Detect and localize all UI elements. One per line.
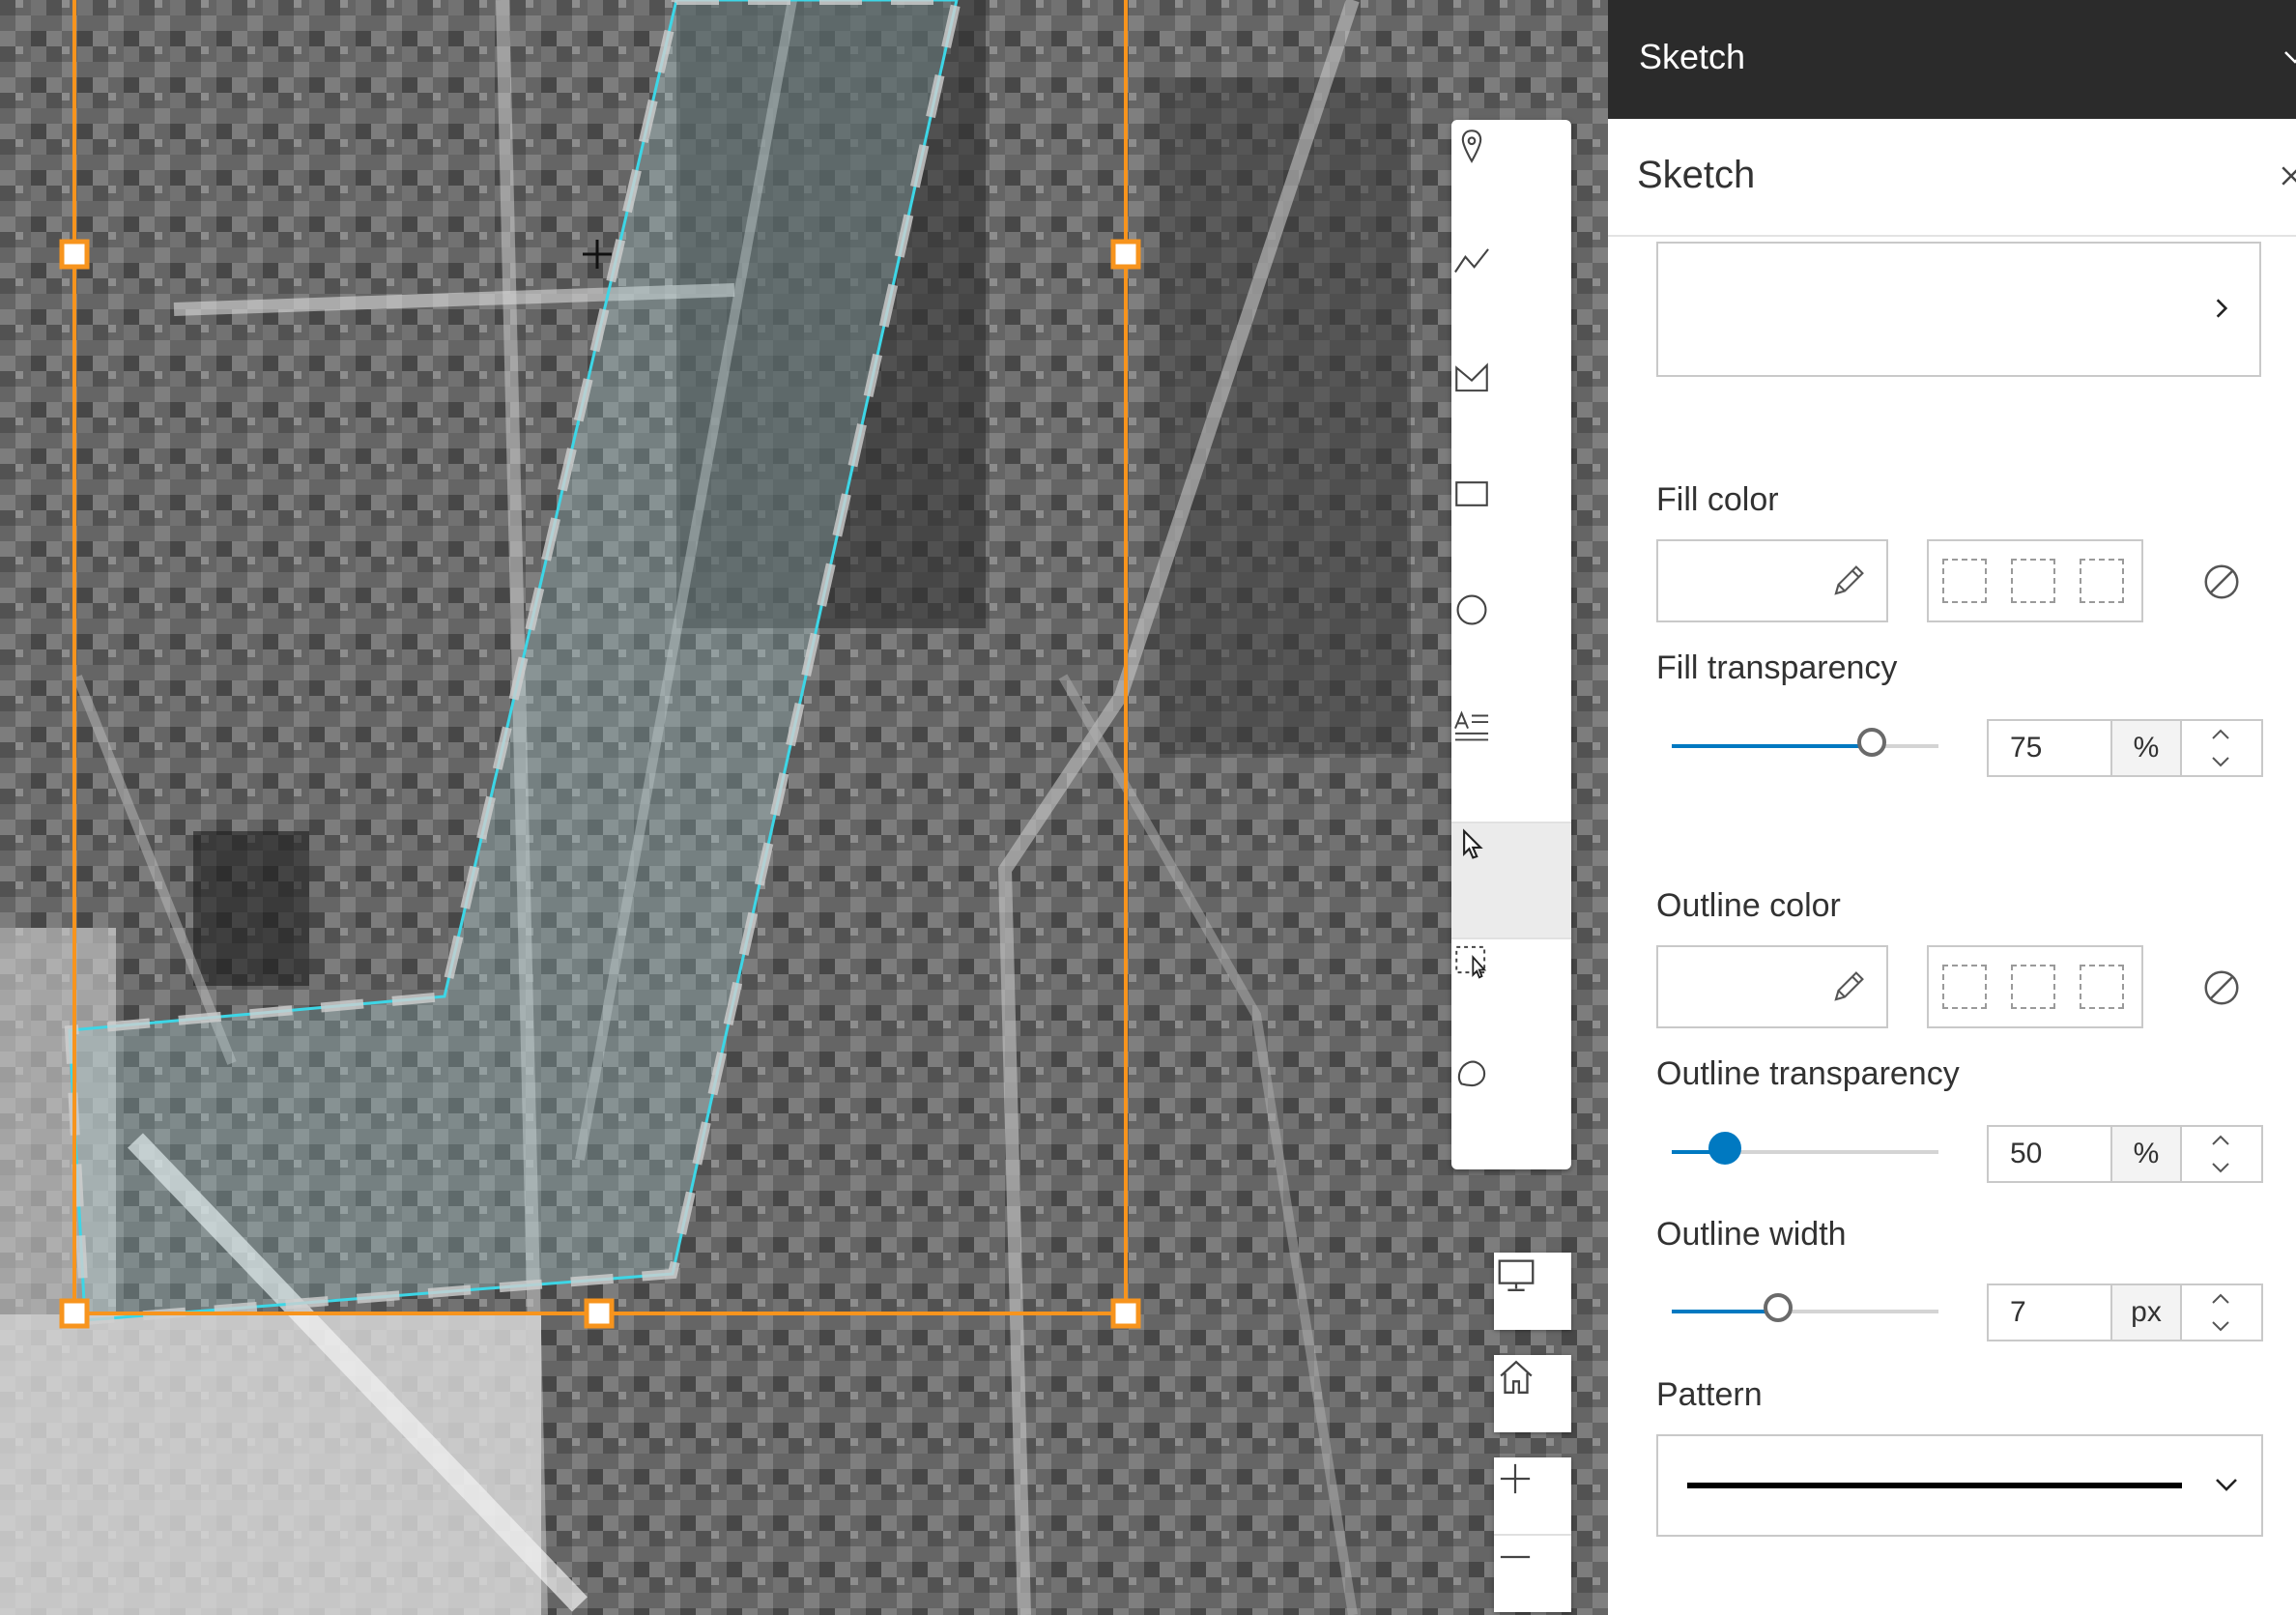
decrement-button[interactable] xyxy=(2180,748,2261,775)
panel-title: Sketch xyxy=(1639,37,1746,76)
decrement-button[interactable] xyxy=(2180,1312,2261,1340)
chevron-down-icon xyxy=(2212,1163,2229,1173)
slider-thumb[interactable] xyxy=(1708,1132,1741,1165)
number-value[interactable]: 75 xyxy=(1989,721,2110,775)
zoom-out-button[interactable] xyxy=(1494,1536,1571,1611)
lasso-select-icon xyxy=(1457,1060,1486,1087)
slider-thumb[interactable] xyxy=(1857,728,1886,757)
text-tool-button[interactable] xyxy=(1451,706,1571,822)
fill-recent-swatches xyxy=(1927,539,2143,622)
rectangle-select-tool-button[interactable] xyxy=(1451,937,1571,1055)
chevron-up-icon xyxy=(2212,1135,2229,1145)
pencil-icon xyxy=(1834,971,1864,1001)
select-icon xyxy=(1463,828,1483,859)
pattern-label: Pattern xyxy=(1656,1376,1763,1413)
zoom-controls xyxy=(1494,1457,1571,1612)
number-value[interactable]: 50 xyxy=(1989,1127,2110,1181)
sketch-toolbar xyxy=(1451,120,1571,1169)
number-unit: % xyxy=(2110,721,2182,775)
chevron-down-icon xyxy=(2216,1479,2237,1491)
increment-button[interactable] xyxy=(2180,1285,2261,1312)
close-icon[interactable] xyxy=(2277,161,2296,190)
select-tool-button[interactable] xyxy=(1451,822,1571,939)
circle-tool-button[interactable] xyxy=(1451,590,1571,706)
pattern-dropdown[interactable] xyxy=(1656,1434,2263,1537)
polygon-icon xyxy=(1455,362,1488,392)
outline-transparency-slider[interactable] xyxy=(1672,1132,1938,1165)
widget-header: Sketch xyxy=(1608,119,2296,237)
decrement-button[interactable] xyxy=(2180,1154,2261,1181)
monitor-icon xyxy=(1498,1259,1535,1291)
number-value[interactable]: 7 xyxy=(1989,1285,2110,1340)
slider-fill xyxy=(1672,1310,1778,1313)
outline-recent-swatches xyxy=(1927,945,2143,1028)
swatch-empty[interactable] xyxy=(2011,965,2055,1009)
point-icon xyxy=(1461,130,1482,163)
fill-transparency-slider[interactable] xyxy=(1672,728,1938,757)
number-unit: px xyxy=(2110,1285,2182,1340)
fill-color-label: Fill color xyxy=(1656,481,1779,518)
outline-transparency-label: Outline transparency xyxy=(1656,1055,1960,1092)
outline-width-input: 7 px xyxy=(1987,1283,2263,1341)
number-unit: % xyxy=(2110,1127,2182,1181)
chevron-down-icon xyxy=(2212,757,2229,767)
slider-fill xyxy=(1672,744,1872,748)
symbol-selector[interactable] xyxy=(1656,242,2261,377)
polygon-tool-button[interactable] xyxy=(1451,358,1571,474)
no-color-icon[interactable] xyxy=(2202,562,2241,601)
text-icon xyxy=(1454,710,1489,741)
map-view[interactable] xyxy=(0,0,1608,1615)
polyline-tool-button[interactable] xyxy=(1451,242,1571,358)
outline-width-label: Outline width xyxy=(1656,1216,1847,1253)
chevron-up-icon xyxy=(2212,729,2229,739)
outline-color-picker[interactable] xyxy=(1656,945,1888,1028)
minus-icon xyxy=(1500,1555,1531,1559)
slider-thumb[interactable] xyxy=(1764,1293,1793,1322)
fill-transparency-input: 75 % xyxy=(1987,719,2263,777)
no-color-icon[interactable] xyxy=(2202,968,2241,1007)
widget-title: Sketch xyxy=(1637,154,1756,196)
plus-icon xyxy=(1500,1463,1531,1494)
swatch-empty[interactable] xyxy=(1942,559,1987,603)
solid-line-pattern xyxy=(1687,1483,2182,1488)
lasso-select-tool-button[interactable] xyxy=(1451,1053,1571,1169)
swatch-empty[interactable] xyxy=(2080,559,2124,603)
chevron-down-icon xyxy=(2212,1321,2229,1332)
chevron-up-icon xyxy=(2212,1293,2229,1304)
swatch-empty[interactable] xyxy=(2011,559,2055,603)
home-button[interactable] xyxy=(1494,1355,1571,1432)
zoom-in-button[interactable] xyxy=(1494,1457,1571,1533)
polyline-icon xyxy=(1454,248,1489,274)
increment-button[interactable] xyxy=(2180,721,2261,748)
chevron-right-icon xyxy=(2216,299,2228,318)
swatch-empty[interactable] xyxy=(1942,965,1987,1009)
pencil-icon xyxy=(1834,565,1864,595)
home-icon xyxy=(1500,1360,1533,1394)
rectangle-select-icon xyxy=(1455,945,1487,979)
outline-color-label: Outline color xyxy=(1656,887,1841,924)
rectangle-icon xyxy=(1455,481,1488,506)
panel-header: Sketch xyxy=(1608,0,2296,119)
increment-button[interactable] xyxy=(2180,1127,2261,1154)
swatch-empty[interactable] xyxy=(2080,965,2124,1009)
outline-transparency-input: 50 % xyxy=(1987,1125,2263,1183)
sketch-panel: Sketch Sketch Fill color Fill transparen… xyxy=(1608,0,2296,1615)
rectangle-tool-button[interactable] xyxy=(1451,474,1571,590)
outline-width-slider[interactable] xyxy=(1672,1293,1938,1322)
fill-color-picker[interactable] xyxy=(1656,539,1888,622)
chevron-down-icon[interactable] xyxy=(2281,43,2296,72)
fullscreen-button[interactable] xyxy=(1494,1253,1571,1330)
fill-transparency-label: Fill transparency xyxy=(1656,649,1898,686)
map-canvas[interactable] xyxy=(0,0,1608,1615)
point-tool-button[interactable] xyxy=(1451,126,1571,242)
circle-icon xyxy=(1456,594,1487,625)
